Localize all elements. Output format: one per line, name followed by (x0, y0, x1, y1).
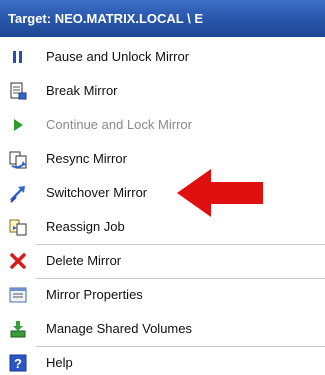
menu-item-label: Delete Mirror (46, 253, 122, 268)
menu-item-label: Pause and Unlock Mirror (46, 49, 190, 64)
menu-separator (36, 346, 325, 347)
resync-icon (9, 151, 27, 169)
menu-item-help[interactable]: ? Help (0, 346, 325, 375)
help-icon: ? (9, 354, 27, 372)
properties-icon (9, 287, 27, 303)
switchover-icon (10, 186, 25, 203)
menu-item-label: Manage Shared Volumes (46, 321, 192, 336)
break-document-icon (10, 82, 27, 100)
menu-separator (36, 244, 325, 245)
red-x-icon (10, 253, 26, 269)
menu-item-label: Break Mirror (46, 83, 118, 98)
menu-item-continue-and-lock-mirror[interactable]: Continue and Lock Mirror (0, 108, 325, 142)
annotation-arrow-icon (177, 169, 263, 217)
menu-item-manage-shared-volumes[interactable]: Manage Shared Volumes (0, 312, 325, 346)
svg-text:?: ? (14, 356, 22, 371)
menu-item-break-mirror[interactable]: Break Mirror (0, 74, 325, 108)
menu-separator (36, 278, 325, 279)
shared-volumes-icon (10, 321, 26, 338)
reassign-icon (9, 219, 27, 236)
menu-item-label: Help (46, 355, 73, 370)
menu-item-label: Switchover Mirror (46, 185, 148, 200)
context-menu-panel: Target: NEO.MATRIX.LOCAL \ E Pause and U… (0, 0, 325, 375)
menu-item-reassign-job[interactable]: Reassign Job (0, 210, 325, 244)
pause-icon (13, 51, 22, 63)
menu-item-switchover-mirror[interactable]: Switchover Mirror (0, 176, 325, 210)
menu-item-pause-and-unlock-mirror[interactable]: Pause and Unlock Mirror (0, 40, 325, 74)
menu-header-title: Target: NEO.MATRIX.LOCAL \ E (0, 0, 325, 37)
menu-item-label: Resync Mirror (46, 151, 127, 166)
menu-item-label: Reassign Job (46, 219, 125, 234)
mirror-action-menu: Pause and Unlock Mirror Break Mirror Con… (0, 40, 325, 375)
menu-item-mirror-properties[interactable]: Mirror Properties (0, 278, 325, 312)
play-icon (14, 119, 23, 131)
menu-item-label: Mirror Properties (46, 287, 143, 302)
menu-item-label: Continue and Lock Mirror (46, 117, 192, 132)
menu-item-resync-mirror[interactable]: Resync Mirror (0, 142, 325, 176)
menu-item-delete-mirror[interactable]: Delete Mirror (0, 244, 325, 278)
